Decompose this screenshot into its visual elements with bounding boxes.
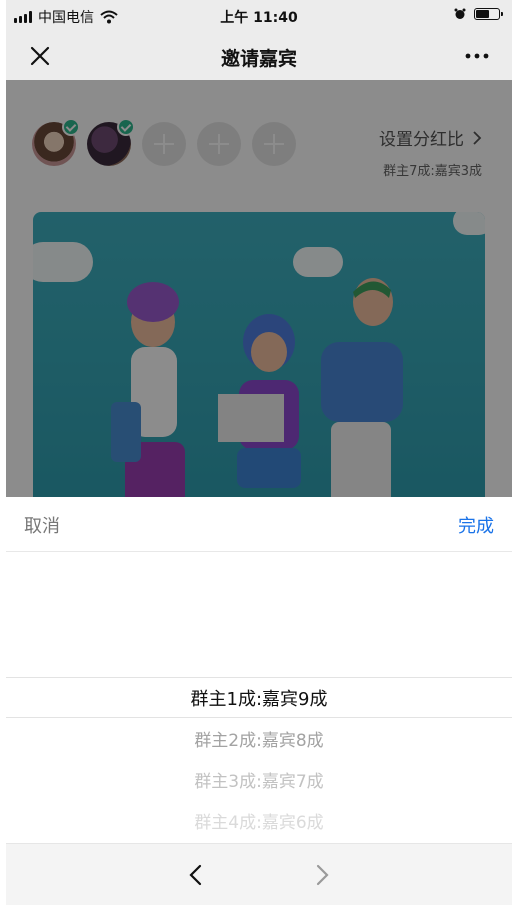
ratio-picker: 取消 完成 群主1成:嘉宾9成 群主2成:嘉宾8成 群主3成:嘉宾7成 群主4成… (6, 497, 512, 905)
picker-option[interactable]: 群主2成:嘉宾8成 (6, 726, 512, 751)
picker-option-selected[interactable]: 群主1成:嘉宾9成 (6, 685, 512, 711)
status-right (454, 8, 503, 20)
picker-footer (6, 843, 512, 905)
app-frame: 中国电信 上午 11:40 邀请嘉宾 设置分红比 群主7成:嘉宾3成 取消 完成… (6, 0, 512, 905)
done-button[interactable]: 完成 (458, 512, 494, 538)
page-title: 邀请嘉宾 (220, 48, 297, 70)
invite-content: 设置分红比 群主7成:嘉宾3成 (6, 80, 512, 497)
status-bar: 中国电信 上午 11:40 (6, 0, 512, 32)
cancel-button[interactable]: 取消 (24, 512, 60, 538)
nav-bar: 邀请嘉宾 (6, 32, 512, 80)
chevron-left-icon[interactable] (184, 862, 210, 888)
picker-wheel[interactable]: 群主1成:嘉宾9成 群主2成:嘉宾8成 群主3成:嘉宾7成 群主4成:嘉宾6成 (6, 552, 512, 842)
selection-line-bottom (6, 717, 512, 718)
alarm-icon (454, 8, 466, 19)
modal-overlay[interactable] (6, 80, 512, 497)
picker-option[interactable]: 群主4成:嘉宾6成 (6, 808, 512, 833)
selection-line-top (6, 677, 512, 678)
picker-toolbar: 取消 完成 (6, 497, 512, 552)
more-icon[interactable] (464, 46, 490, 66)
status-time: 上午 11:40 (220, 10, 298, 26)
battery-icon (474, 8, 503, 20)
chevron-right-icon[interactable] (308, 862, 334, 888)
picker-option[interactable]: 群主3成:嘉宾7成 (6, 767, 512, 792)
